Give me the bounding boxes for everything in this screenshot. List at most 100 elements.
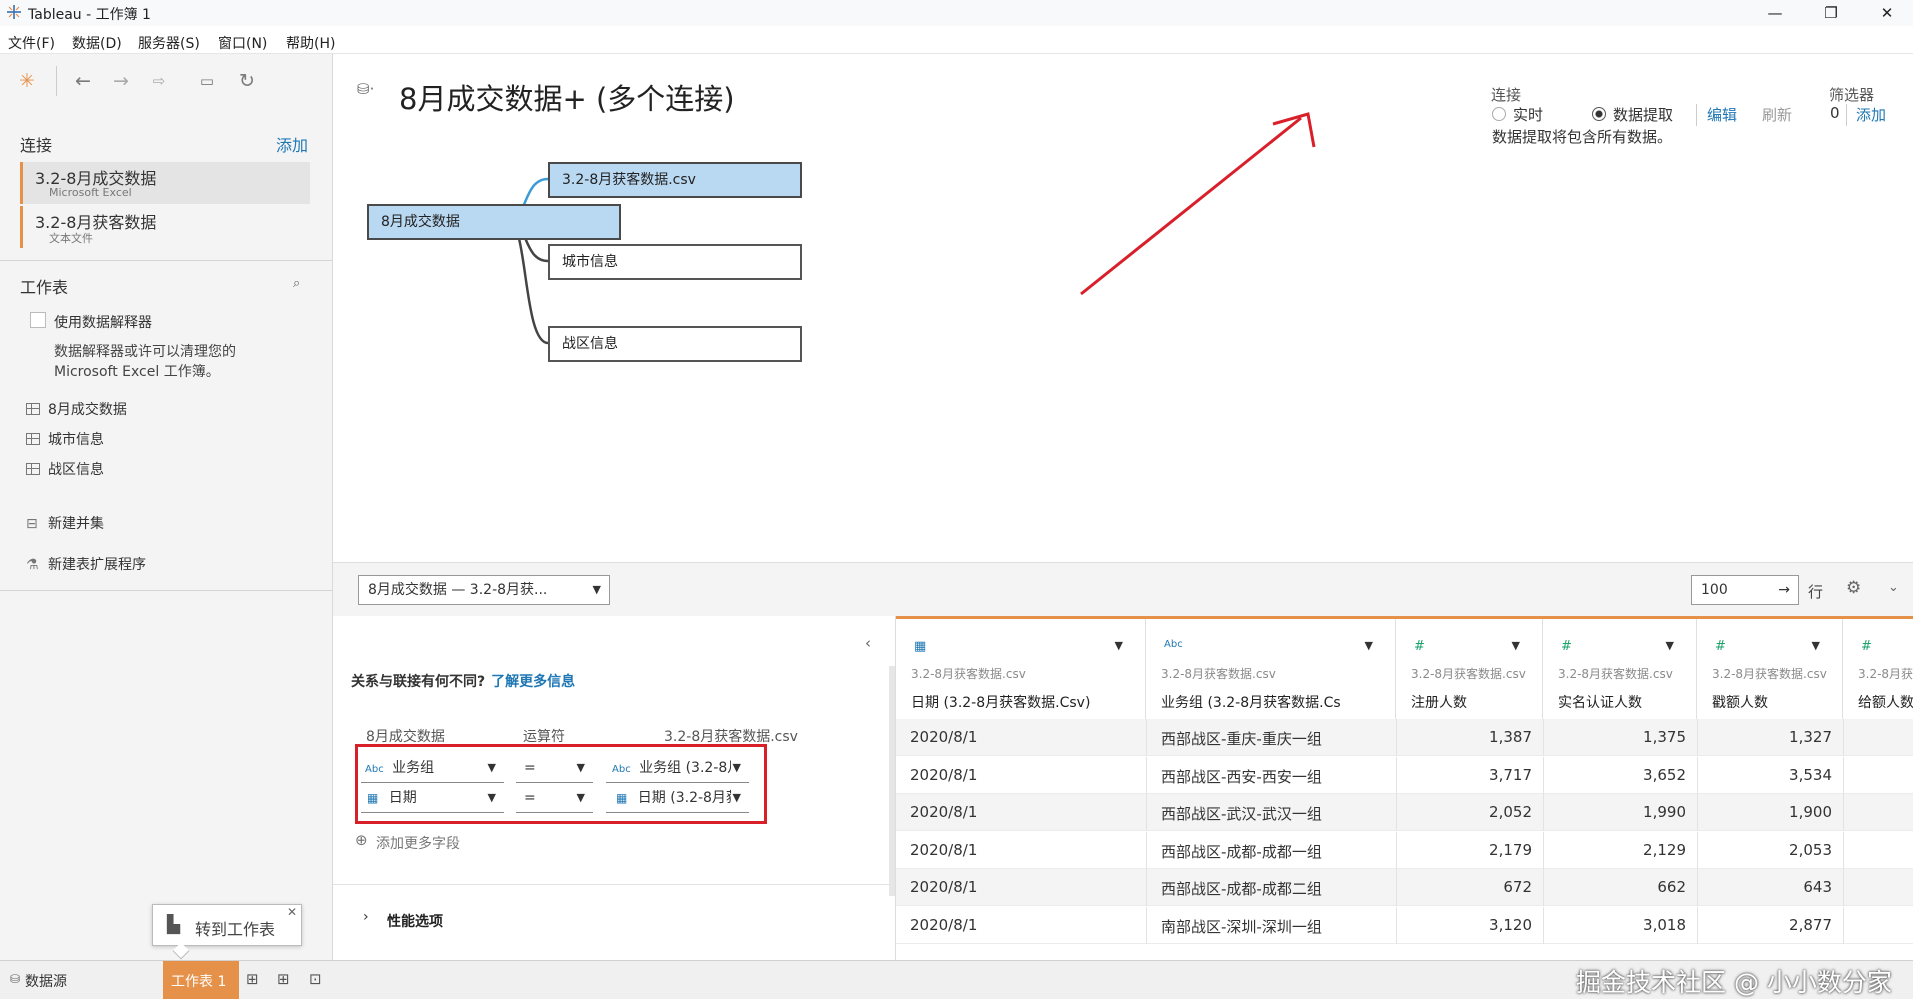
table-icon [26, 433, 40, 445]
column-header[interactable]: # ▼ 3.2-8月获客数据.csv 戳额人数 [1697, 619, 1843, 719]
column-header[interactable]: # ▼ 3.2-8月获客数据.csv 实名认证人数 [1543, 619, 1697, 719]
join-left-field[interactable]: Abc 业务组 ▼ [361, 755, 504, 783]
search-icon[interactable]: ⌕ [293, 276, 300, 291]
column-separator [1396, 719, 1397, 756]
chevron-down-icon[interactable]: ▼ [1115, 639, 1123, 652]
table-select[interactable]: 8月成交数据 — 3.2-8月获... ▼ [358, 575, 610, 605]
string-type-icon: Abc [1164, 639, 1183, 650]
column-separator [1697, 869, 1698, 906]
join-right-field[interactable]: Abc 业务组 (3.2-8月获 ▼ [606, 755, 749, 783]
close-button[interactable]: ✕ [1859, 0, 1913, 26]
table-cell: 1,327 [1789, 728, 1832, 746]
sheet-tab-bar: ⛁ 数据源 工作表 1 ⊞ ⊞ ⊡ 掘金技术社区 @ 小小数分家 [0, 960, 1913, 999]
add-connection-link[interactable]: 添加 [276, 132, 308, 156]
relationship-lines [507, 112, 1316, 345]
interpreter-checkbox[interactable] [30, 312, 46, 328]
column-header[interactable]: # ▼ 3.2-8月获客数据.csv 注册人数 [1396, 619, 1543, 719]
sheet-item-sales[interactable]: 8月成交数据 [26, 399, 127, 419]
menu-server[interactable]: 服务器(S) [138, 33, 200, 53]
join-right-field[interactable]: ▦ 日期 (3.2-8月获客 ▼ [606, 785, 749, 813]
table-cell: 672 [1503, 878, 1532, 896]
sheet-item-region[interactable]: 战区信息 [26, 459, 104, 479]
calendar-icon: ▦ [367, 791, 379, 805]
table-node-region[interactable]: 战区信息 [548, 326, 802, 362]
datasource-tab[interactable]: 数据源 [25, 971, 67, 991]
column-separator [1146, 906, 1147, 944]
menu-help[interactable]: 帮助(H) [286, 33, 335, 53]
table-node-root[interactable]: 8月成交数据 [367, 204, 621, 240]
table-row: 2020/8/1 南部战区-深圳-深圳一组 3,120 3,018 2,877 [896, 906, 1913, 944]
divider [333, 884, 895, 885]
goto-worksheet-tooltip[interactable]: ▙ 转到工作表 ✕ [152, 904, 302, 960]
new-story-icon[interactable]: ⊡ [309, 970, 322, 988]
table-row: 2020/8/1 西部战区-西安-西安一组 3,717 3,652 3,534 [896, 756, 1913, 794]
column-separator [1697, 831, 1698, 869]
column-separator [1697, 794, 1698, 831]
calendar-icon: ▦ [616, 791, 628, 805]
goto-worksheet-label: 转到工作表 [195, 920, 276, 939]
join-operator[interactable]: = ▼ [516, 755, 593, 783]
new-extension-item[interactable]: ⚗ 新建表扩展程序 [26, 554, 146, 574]
column-header[interactable]: Abc ▼ 3.2-8月获客数据.csv 业务组 (3.2-8月获客数据.Cs [1146, 619, 1396, 719]
performance-options[interactable]: 性能选项 [387, 911, 443, 931]
new-union-item[interactable]: ⊟ 新建并集 [26, 513, 104, 533]
chevron-down-icon[interactable]: ▼ [1365, 639, 1373, 652]
table-node-city[interactable]: 城市信息 [548, 244, 802, 280]
table-cell: 西部战区-成都-成都二组 [1161, 880, 1322, 898]
add-more-fields-link[interactable]: 添加更多字段 [376, 833, 460, 853]
chevron-down-icon[interactable]: ▼ [1512, 639, 1520, 652]
minimize-button[interactable]: — [1747, 0, 1803, 26]
new-dashboard-icon[interactable]: ⊞ [277, 970, 290, 988]
chevron-down-icon[interactable]: ⌄ [1888, 580, 1899, 595]
sheet-tab-active[interactable]: 工作表 1 [163, 961, 239, 999]
connection-item-sales[interactable]: 3.2-8月成交数据 Microsoft Excel [20, 162, 310, 204]
chevron-down-icon: ▼ [592, 583, 601, 596]
forward-arrow-icon[interactable]: → [108, 68, 134, 94]
column-header[interactable]: # 3.2-8月获 给额人数 [1843, 619, 1913, 719]
menu-file[interactable]: 文件(F) [8, 33, 55, 53]
back-arrow-icon[interactable]: ← [70, 68, 96, 94]
rows-input[interactable]: 100 → [1691, 575, 1799, 605]
table-cell: 2020/8/1 [910, 915, 978, 934]
chevron-right-icon[interactable]: › [363, 909, 369, 925]
table-cell: 2,877 [1789, 915, 1832, 934]
tableau-home-icon[interactable]: ✳ [14, 68, 40, 94]
column-separator [1543, 719, 1544, 756]
column-header[interactable]: ▦ ▼ 3.2-8月获客数据.csv 日期 (3.2-8月获客数据.Csv) [896, 619, 1146, 719]
chevron-down-icon[interactable]: ▼ [1666, 639, 1674, 652]
maximize-button[interactable]: ❐ [1803, 0, 1859, 26]
save-icon[interactable]: ▭ [194, 68, 220, 94]
table-node-customers-csv[interactable]: 3.2-8月获客数据.csv [548, 162, 802, 198]
connection-item-customers[interactable]: 3.2-8月获客数据 文本文件 [20, 206, 310, 248]
menu-data[interactable]: 数据(D) [72, 33, 122, 53]
menu-bar: 文件(F) 数据(D) 服务器(S) 窗口(N) 帮助(H) [0, 26, 1913, 54]
column-separator [1843, 831, 1844, 869]
sheet-item-city[interactable]: 城市信息 [26, 429, 104, 449]
new-sheet-icon[interactable]: ⊞ [246, 970, 259, 988]
refresh-icon[interactable]: ↻ [234, 68, 260, 94]
redo-icon[interactable]: ⇨ [146, 68, 172, 94]
bar-chart-icon: ▙ [167, 915, 181, 935]
interpreter-desc: Microsoft Excel 工作簿。 [54, 364, 220, 380]
scrollbar[interactable] [889, 666, 895, 896]
column-separator [1146, 719, 1147, 756]
collapse-chevron-icon[interactable]: ‹ [865, 634, 871, 652]
add-circle-icon[interactable]: ⊕ [355, 831, 368, 849]
table-cell: 2020/8/1 [910, 728, 978, 746]
table-cell: 2,052 [1489, 803, 1532, 821]
join-left-field[interactable]: ▦ 日期 ▼ [361, 785, 504, 813]
chevron-down-icon: ▼ [730, 785, 741, 811]
apply-arrow-icon[interactable]: → [1778, 576, 1790, 604]
grid-toolbar: 8月成交数据 — 3.2-8月获... ▼ 100 → 行 ⚙ ⌄ [333, 562, 1913, 616]
table-cell: 2020/8/1 [910, 803, 978, 821]
toolbar-divider [56, 66, 57, 96]
chevron-down-icon[interactable]: ▼ [1812, 639, 1820, 652]
gear-icon[interactable]: ⚙ [1846, 578, 1861, 598]
join-operator[interactable]: = ▼ [516, 785, 593, 813]
column-separator [1543, 906, 1544, 944]
menu-window[interactable]: 窗口(N) [218, 33, 267, 53]
learn-more-link[interactable]: 了解更多信息 [491, 674, 575, 690]
close-tooltip-icon[interactable]: ✕ [287, 905, 297, 919]
table-cell: 643 [1803, 878, 1832, 896]
string-type-icon: Abc [365, 764, 384, 775]
